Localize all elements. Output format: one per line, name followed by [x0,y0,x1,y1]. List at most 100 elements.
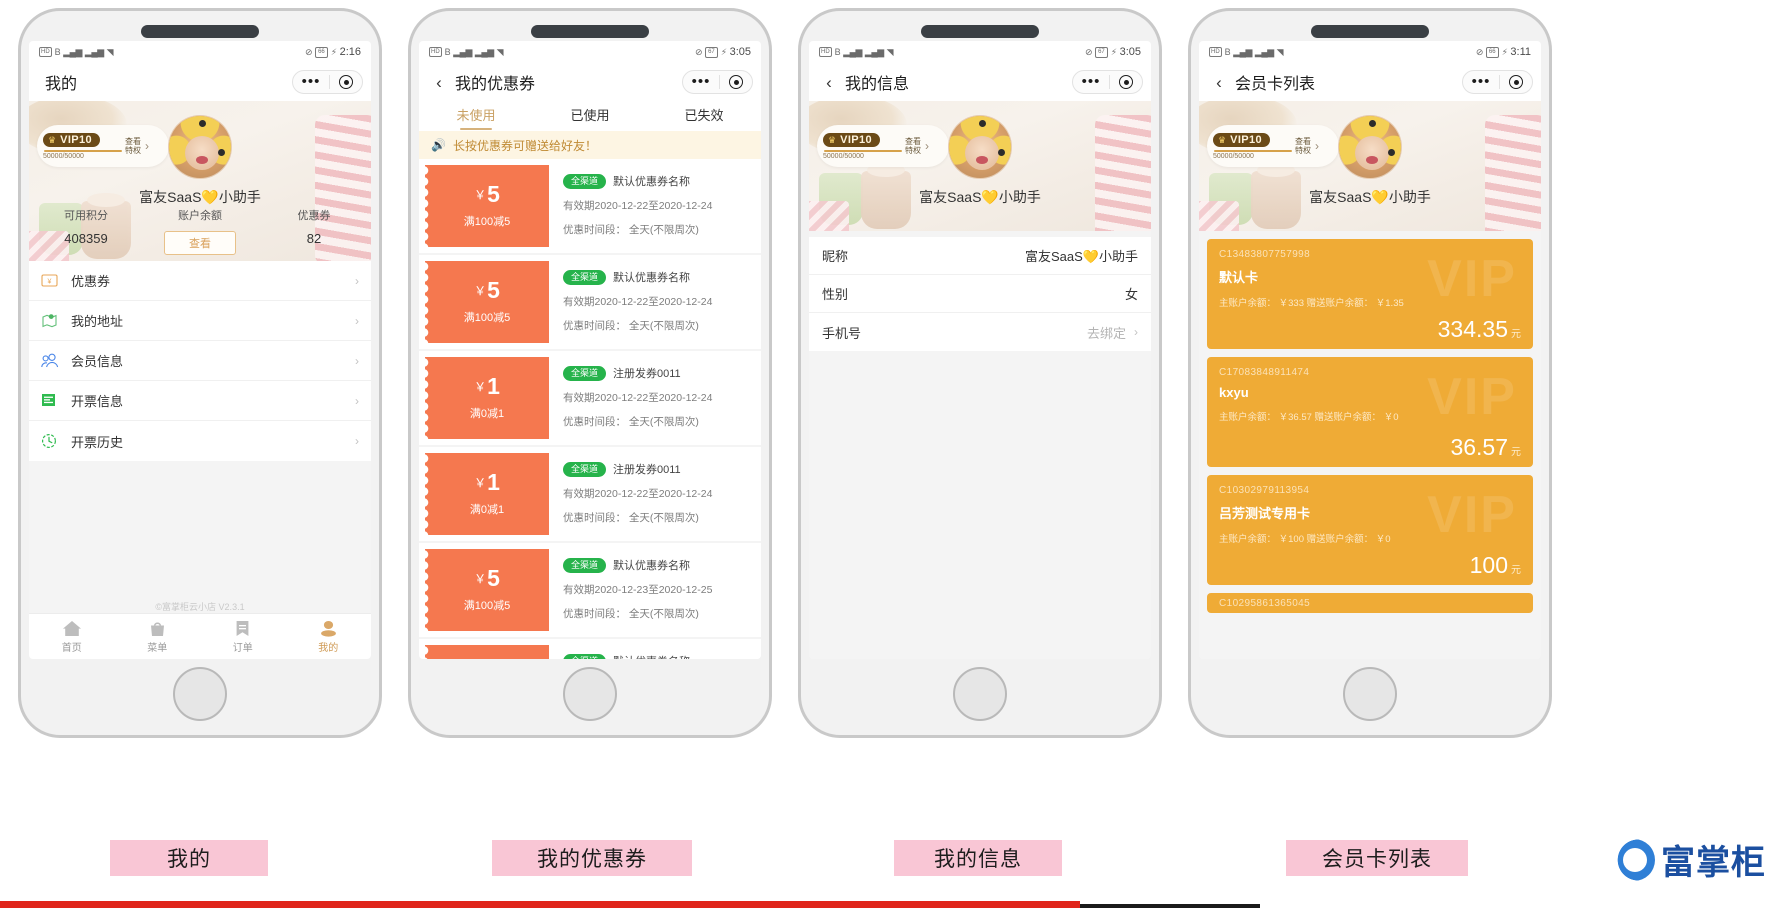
hd-icon: HD [429,47,442,57]
home-button[interactable] [953,667,1007,721]
coupon-detail: 全渠道 默认优惠券名称 有效期2020-12-23至2020-12-25 优惠时… [549,639,761,659]
coupon-item[interactable]: ￥5 满100减5 全渠道 默认优惠券名称 有效期2020-12-23至2020… [419,639,761,659]
coupon-name: 默认优惠券名称 [613,272,691,284]
wechat-capsule[interactable]: ••• [1462,70,1533,94]
home-button[interactable] [1343,667,1397,721]
bottom-red-bar [0,901,1776,908]
brand-logo: 富掌柜 [1613,835,1766,884]
heart-icon: 💛 [981,189,999,205]
member-card[interactable]: VIP C13483807757998 默认卡 主账户余额： ￥333 赠送账户… [1207,239,1533,349]
menu-item-invoice-info[interactable]: 开票信息 › [29,381,371,421]
coupon-list: ￥5 满100减5 全渠道 默认优惠券名称 有效期2020-12-22至2020… [419,159,761,659]
tab-home[interactable]: 首页 [29,614,115,659]
member-card-balance-detail: 主账户余额： ￥333 赠送账户余额： ￥1.35 [1219,298,1404,309]
member-card-total: 36.57 元 [1450,434,1521,461]
coupon-period: 优惠时间段： 全天(不限周次) [563,224,699,236]
charging-icon: ⚡ [1501,46,1508,57]
stat-points[interactable]: 可用积分 408359 [29,207,143,255]
member-card[interactable]: C10295861365045 [1207,593,1533,613]
member-card-total-unit: 元 [1511,447,1521,458]
avatar[interactable] [1338,115,1402,179]
stat-balance[interactable]: 账户余额 查看 [143,207,257,255]
status-time: 2:16 [339,46,361,58]
back-arrow-icon[interactable]: ‹ [1209,74,1229,91]
more-icon[interactable]: ••• [1073,74,1109,89]
vip-badge-pill[interactable]: ♛ VIP10 50000/50000 查看 特权 › [37,125,169,167]
chevron-right-icon: › [355,353,359,368]
close-target-icon[interactable] [720,75,752,89]
menu-item-coupons[interactable]: ¥ 优惠券 › [29,261,371,301]
signal-2g-icon: ▂▄▆ [63,46,82,57]
stat-coupons[interactable]: 优惠券 82 [257,207,371,255]
battery-icon: 67 [1095,46,1108,58]
coupon-item[interactable]: ￥5 满100减5 全渠道 默认优惠券名称 有效期2020-12-23至2020… [419,543,761,637]
close-target-icon[interactable] [330,75,362,89]
menu-item-member-info[interactable]: 会员信息 › [29,341,371,381]
menu-item-address[interactable]: 我的地址 › [29,301,371,341]
wechat-capsule[interactable]: ••• [1072,70,1143,94]
wechat-capsule[interactable]: ••• [682,70,753,94]
avatar[interactable] [948,115,1012,179]
bind-phone-link[interactable]: 去绑定 [1087,323,1126,342]
home-button[interactable] [563,667,617,721]
coupon-amount-block: ￥5 满100减5 [424,261,549,343]
coupon-item[interactable]: ￥1 满0减1 全渠道 注册发券0011 有效期2020-12-22至2020-… [419,351,761,445]
tab-menu[interactable]: 菜单 [115,614,201,659]
info-row-nickname-value: 富友SaaS💛小助手 [1025,249,1138,264]
coupon-detail: 全渠道 注册发券0011 有效期2020-12-22至2020-12-24 优惠… [549,447,761,541]
profile-banner: ♛ VIP10 50000/50000 查看 特权 › [1199,101,1541,231]
coupon-item[interactable]: ￥1 满0减1 全渠道 注册发券0011 有效期2020-12-22至2020-… [419,447,761,541]
mute-icon: ⊘ [305,46,313,57]
more-icon[interactable]: ••• [293,74,329,89]
coupon-condition: 满0减1 [469,408,505,420]
coupon-amount-value: 1 [487,373,500,399]
back-arrow-icon[interactable]: ‹ [819,74,839,91]
vip-privilege-label[interactable]: 查看 特权 [125,137,141,155]
vip-privilege-label[interactable]: 查看 特权 [1295,137,1311,155]
vip-badge-pill[interactable]: ♛ VIP10 50000/50000 查看 特权 › [817,125,949,167]
profile-name-prefix: 富友SaaS [919,189,982,205]
close-target-icon[interactable] [1500,75,1532,89]
profile-name: 富友SaaS💛小助手 [1199,187,1541,207]
member-card-name: kxyu [1219,385,1249,400]
signal-4g-icon: ▂▄▆ [84,46,104,57]
wechat-capsule[interactable]: ••• [292,70,363,94]
menu-item-invoice-history[interactable]: 开票历史 › [29,421,371,461]
order-icon [236,620,249,636]
profile-name-suffix: 小助手 [998,189,1041,205]
coupon-name: 注册发券0011 [613,464,681,476]
bluetooth-icon: B [444,47,451,57]
tab-profile[interactable]: 我的 [286,614,372,659]
home-button[interactable] [173,667,227,721]
member-card[interactable]: VIP C10302979113954 吕芳测试专用卡 主账户余额： ￥100 … [1207,475,1533,585]
vip-privilege-label[interactable]: 查看 特权 [905,137,921,155]
coupon-amount: ￥1 [474,471,500,494]
vip-level: VIP10 [60,133,93,146]
view-balance-button[interactable]: 查看 [164,231,236,255]
back-arrow-icon[interactable]: ‹ [429,74,449,91]
tab-expired[interactable]: 已失效 [647,101,761,131]
mute-icon: ⊘ [1475,46,1484,57]
caption-coupons: 我的优惠券 [492,840,692,876]
coupon-validity: 有效期2020-12-22至2020-12-24 [563,200,713,212]
tab-order[interactable]: 订单 [200,614,286,659]
hd-icon: HD [39,47,52,57]
tab-unused[interactable]: 未使用 [419,101,533,131]
more-icon[interactable]: ••• [1463,74,1499,89]
charging-icon: ⚡ [720,46,727,57]
member-card-name: 吕芳测试专用卡 [1219,506,1311,521]
info-row-phone[interactable]: 手机号 去绑定 › [809,313,1151,351]
vip-badge-pill[interactable]: ♛ VIP10 50000/50000 查看 特权 › [1207,125,1339,167]
avatar[interactable] [168,115,232,179]
coupon-detail: 全渠道 注册发券0011 有效期2020-12-22至2020-12-24 优惠… [549,351,761,445]
coupon-amount-value: 5 [487,181,500,207]
coupon-item[interactable]: ￥5 满100减5 全渠道 默认优惠券名称 有效期2020-12-22至2020… [419,159,761,253]
info-row-nickname[interactable]: 昵称 富友SaaS💛小助手 [809,237,1151,275]
member-card[interactable]: VIP C17083848911474 kxyu 主账户余额： ￥36.57 赠… [1207,357,1533,467]
coupon-item[interactable]: ￥5 满100减5 全渠道 默认优惠券名称 有效期2020-12-22至2020… [419,255,761,349]
more-icon[interactable]: ••• [683,74,719,89]
close-target-icon[interactable] [1110,75,1142,89]
tab-used[interactable]: 已使用 [533,101,647,131]
avatar-eye-right [218,149,225,156]
info-row-gender[interactable]: 性别 女 [809,275,1151,313]
